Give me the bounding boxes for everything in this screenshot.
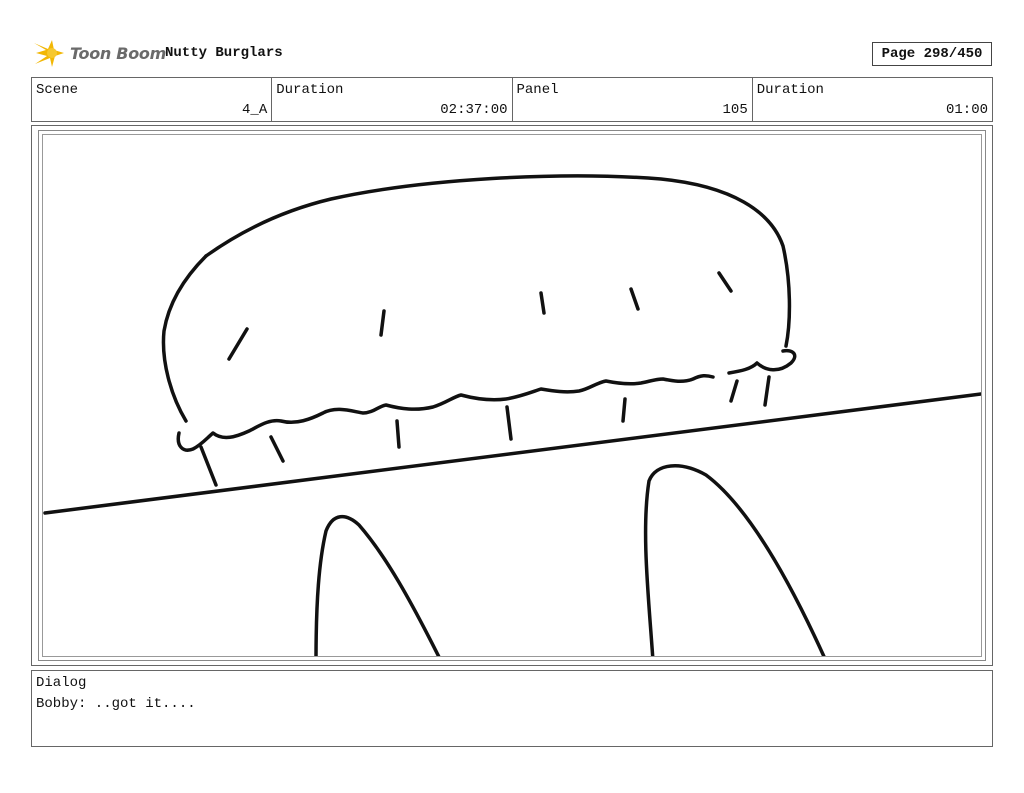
scene-value: 4_A: [242, 102, 268, 118]
cap-stroke-3: [539, 291, 546, 315]
scene-duration-label: Duration: [276, 82, 344, 98]
panel-value: 105: [722, 102, 748, 118]
rim-stroke-1: [199, 445, 218, 487]
rim-stroke-2: [269, 435, 285, 463]
scene-duration-value: 02:37:00: [440, 102, 508, 118]
page-indicator: Page 298/450: [872, 42, 992, 66]
scene-duration-cell: Duration 02:37:00: [272, 78, 513, 121]
scene-cell: Scene 4_A: [32, 78, 273, 121]
panel-duration-value: 01:00: [945, 102, 988, 118]
ground-line: [43, 392, 981, 515]
panel-label: Panel: [516, 82, 559, 98]
star-burst-icon: [34, 40, 64, 67]
left-arch: [314, 515, 441, 656]
cap-stroke-5: [717, 271, 733, 293]
panel-sketch: [43, 174, 981, 656]
rim-stroke-7: [763, 375, 771, 407]
cap-outline: [204, 174, 792, 348]
panel-duration-label: Duration: [756, 82, 824, 98]
project-title: Nutty Burglars: [165, 45, 283, 61]
scene-label: Scene: [36, 82, 79, 98]
cap-stroke-4: [629, 287, 640, 311]
cap-left-side: [161, 254, 208, 423]
panel-cell: Panel 105: [513, 78, 753, 121]
rim-stroke-3: [395, 419, 401, 449]
toon-boom-logo: Toon Boom: [32, 37, 166, 69]
rim-stroke-5: [621, 397, 627, 423]
right-arch: [643, 464, 826, 656]
dialog-box: Dialog Bobby: ..got it....: [31, 670, 993, 747]
logo-text: Toon Boom: [70, 43, 166, 63]
cap-stroke-2: [379, 309, 386, 337]
rim-stroke-4: [505, 405, 513, 441]
dialog-text: Bobby: ..got it....: [36, 696, 196, 712]
dialog-label: Dialog: [36, 675, 87, 691]
rim-stroke-6: [729, 379, 739, 403]
cap-stroke-1: [227, 327, 249, 361]
panel-duration-cell: Duration 01:00: [753, 78, 992, 121]
info-table: Scene 4_A Duration 02:37:00 Panel 105 Du…: [31, 77, 993, 122]
cap-rim-right: [727, 348, 797, 375]
storyboard-panel: [42, 134, 982, 657]
